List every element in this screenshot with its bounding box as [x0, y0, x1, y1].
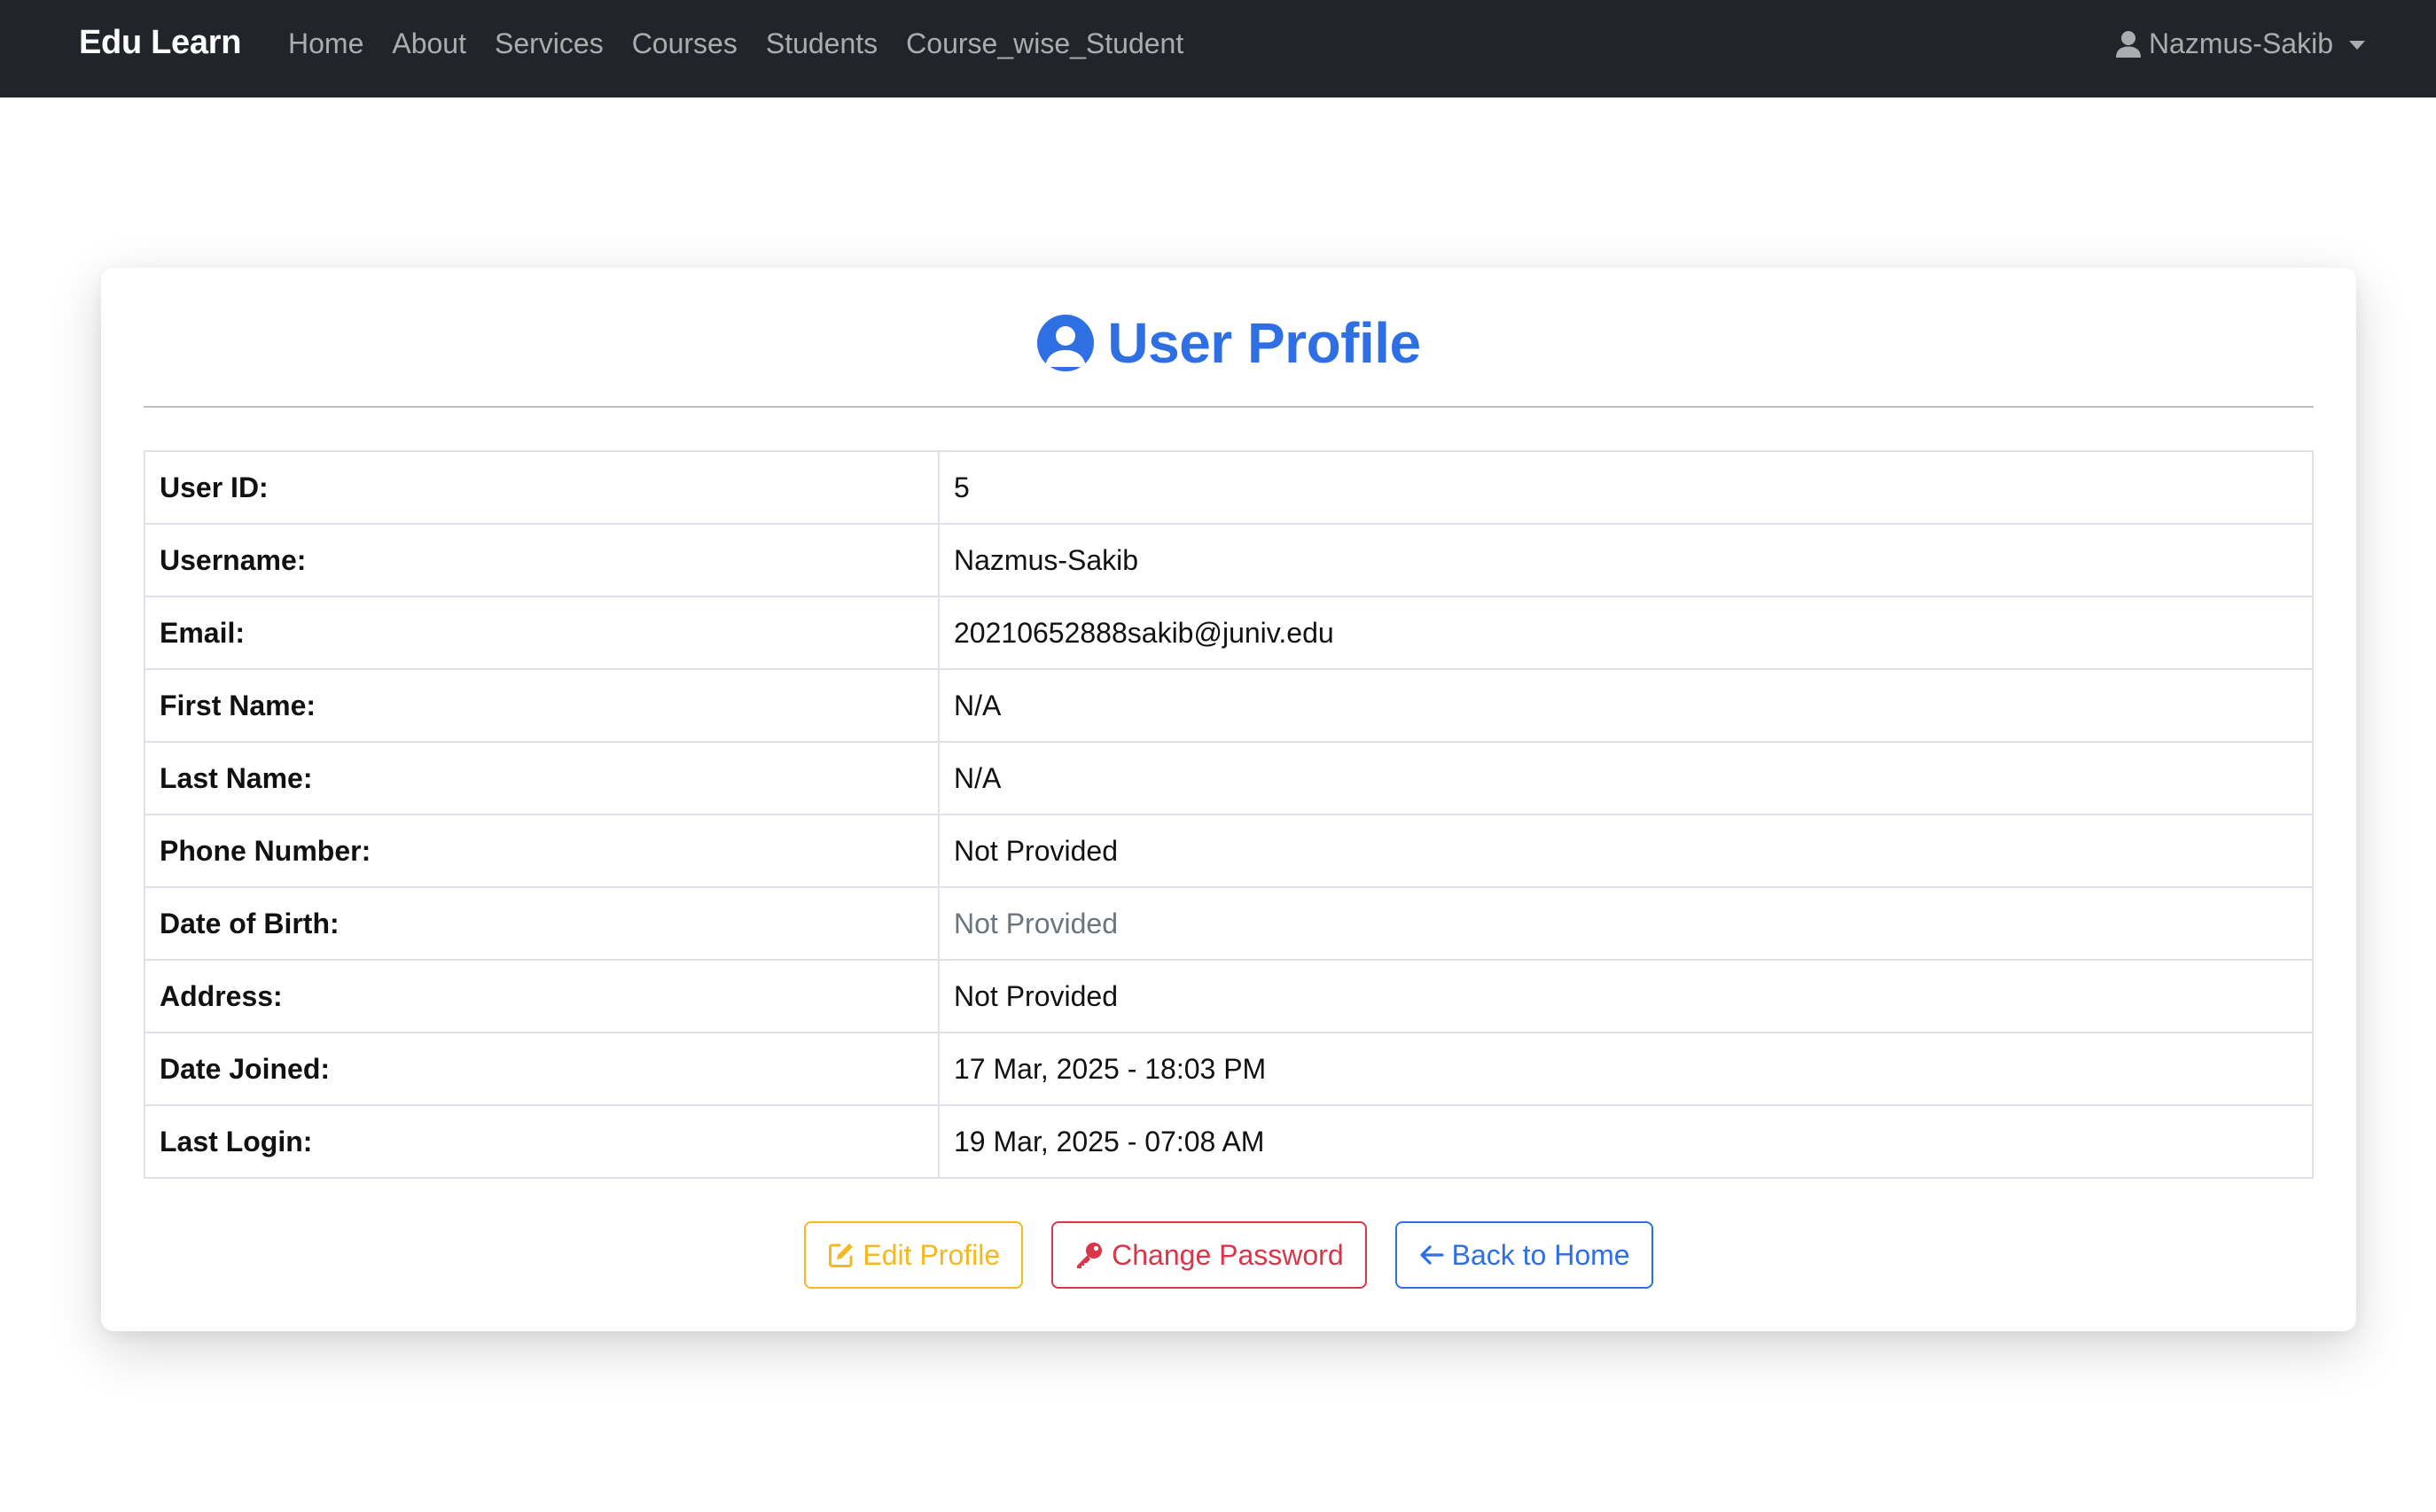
row-label: Username:	[144, 523, 940, 597]
row-value: Not Provided	[938, 886, 2314, 961]
change-password-label: Change Password	[1112, 1238, 1344, 1271]
row-label: Phone Number:	[144, 814, 940, 888]
row-value: 20210652888sakib@juniv.edu	[938, 596, 2314, 670]
page-title: User Profile	[101, 310, 2356, 376]
edit-icon	[829, 1243, 854, 1267]
back-to-home-button[interactable]: Back to Home	[1394, 1221, 1653, 1289]
user-icon	[2115, 30, 2141, 58]
chevron-down-icon	[2349, 40, 2365, 50]
row-value: 5	[938, 450, 2314, 525]
table-row: Last Login: 19 Mar, 2025 - 07:08 AM	[144, 1104, 2314, 1179]
row-value: N/A	[938, 741, 2314, 815]
profile-table: User ID: 5 Username: Nazmus-Sakib Email:…	[144, 450, 2314, 1179]
row-label: Address:	[144, 959, 940, 1033]
row-label: User ID:	[144, 450, 940, 525]
row-value: Not Provided	[938, 959, 2314, 1033]
row-label: Email:	[144, 596, 940, 670]
row-value: Not Provided	[938, 814, 2314, 888]
brand-logo[interactable]: Edu Learn	[79, 24, 241, 62]
table-row: Username: Nazmus-Sakib	[144, 523, 2314, 597]
profile-card: User Profile User ID: 5 Username: Nazmus…	[101, 268, 2356, 1331]
key-icon	[1077, 1243, 1103, 1268]
table-row: Address: Not Provided	[144, 959, 2314, 1033]
title-divider	[144, 406, 2314, 408]
nav-link-course-wise-student[interactable]: Course_wise_Student	[906, 27, 1183, 60]
arrow-left-icon	[1420, 1245, 1444, 1265]
edit-profile-label: Edit Profile	[863, 1238, 1001, 1271]
page-title-text: User Profile	[1107, 311, 1421, 375]
table-row: Last Name: N/A	[144, 741, 2314, 815]
nav-link-services[interactable]: Services	[495, 27, 604, 60]
row-value: 19 Mar, 2025 - 07:08 AM	[938, 1104, 2314, 1179]
table-row: Date of Birth: Not Provided	[144, 886, 2314, 961]
nav-link-about[interactable]: About	[392, 27, 466, 60]
change-password-button[interactable]: Change Password	[1051, 1221, 1367, 1289]
table-row: Date Joined: 17 Mar, 2025 - 18:03 PM	[144, 1032, 2314, 1106]
nav-links: Home About Services Courses Students Cou…	[288, 27, 1212, 60]
nav-link-students[interactable]: Students	[766, 27, 878, 60]
row-label: Date Joined:	[144, 1032, 940, 1106]
row-label: First Name:	[144, 668, 940, 743]
top-navbar: Edu Learn Home About Services Courses St…	[0, 0, 2436, 97]
table-row: First Name: N/A	[144, 668, 2314, 743]
nav-link-home[interactable]: Home	[288, 27, 363, 60]
user-name: Nazmus-Sakib	[2148, 27, 2333, 59]
table-row: Phone Number: Not Provided	[144, 814, 2314, 888]
edit-profile-button[interactable]: Edit Profile	[804, 1221, 1024, 1289]
back-to-home-label: Back to Home	[1451, 1238, 1630, 1271]
nav-link-courses[interactable]: Courses	[632, 27, 738, 60]
user-dropdown-toggle[interactable]: Nazmus-Sakib	[2115, 27, 2365, 60]
table-row: Email: 20210652888sakib@juniv.edu	[144, 596, 2314, 670]
row-value: 17 Mar, 2025 - 18:03 PM	[938, 1032, 2314, 1106]
user-circle-icon	[1037, 315, 1095, 371]
row-label: Date of Birth:	[144, 886, 940, 961]
row-value: Nazmus-Sakib	[938, 523, 2314, 597]
row-label: Last Login:	[144, 1104, 940, 1179]
row-value: N/A	[938, 668, 2314, 743]
table-row: User ID: 5	[144, 450, 2314, 525]
row-label: Last Name:	[144, 741, 940, 815]
action-buttons: Edit Profile Change Password Back to Hom…	[101, 1221, 2356, 1289]
